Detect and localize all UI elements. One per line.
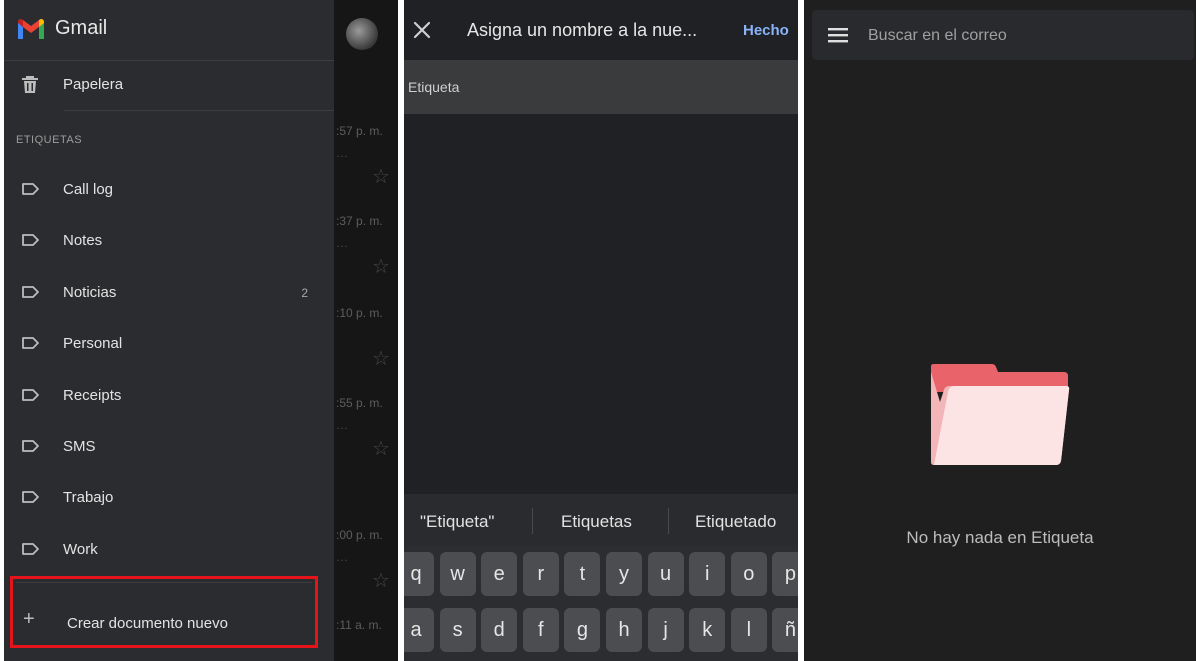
key[interactable]: l <box>730 608 767 652</box>
drawer-item-label: Trabajo <box>63 489 114 507</box>
key[interactable]: i <box>689 552 726 596</box>
drawer-item-label-2[interactable]: Noticias 2 <box>4 268 334 318</box>
suggestion-item[interactable]: "Etiqueta" <box>420 512 494 532</box>
drawer-item-label-5[interactable]: SMS <box>4 422 334 472</box>
labels-section-title: ETIQUETAS <box>16 134 83 146</box>
key[interactable]: o <box>730 552 767 596</box>
dialog-body <box>404 114 798 494</box>
label-icon <box>22 337 39 350</box>
divider <box>532 508 533 534</box>
key[interactable]: f <box>522 608 559 652</box>
background-inbox-list: :57 p. m. … ☆ :37 p. m. … ☆ :10 p. m. ☆ … <box>334 0 398 661</box>
drawer-item-trash[interactable]: Papelera <box>4 60 334 110</box>
dialog-title: Asigna un nombre a la nue... <box>467 20 698 40</box>
drawer-item-label: Personal <box>63 335 123 353</box>
gmail-logo-icon <box>18 18 44 39</box>
drawer-item-label-4[interactable]: Receipts <box>4 371 334 421</box>
drawer-item-label: Noticias <box>63 283 117 301</box>
key[interactable]: w <box>439 552 476 596</box>
dialog-toolbar: Asigna un nombre a la nue... Hecho <box>404 0 798 60</box>
suggestion-item[interactable]: Etiquetas <box>561 512 632 532</box>
list-item: :55 p. m. … ☆ <box>336 396 390 461</box>
list-item: :00 p. m. … ☆ <box>336 528 390 593</box>
list-item: :57 p. m. … ☆ <box>336 124 390 189</box>
close-icon[interactable] <box>412 20 432 40</box>
navigation-drawer: Gmail Papelera ETIQUETAS Call log Notes No… <box>4 0 334 661</box>
drawer-item-label: Papelera <box>63 76 124 93</box>
divider <box>64 110 334 111</box>
menu-icon[interactable] <box>828 26 850 44</box>
account-avatar[interactable] <box>346 18 378 50</box>
label-icon <box>22 491 39 504</box>
key[interactable]: q <box>404 552 434 596</box>
gmail-drawer-panel: :57 p. m. … ☆ :37 p. m. … ☆ :10 p. m. ☆ … <box>4 0 398 661</box>
label-icon <box>22 440 39 452</box>
drawer-item-label-3[interactable]: Personal <box>4 319 334 369</box>
list-item: :37 p. m. … ☆ <box>336 214 390 279</box>
drawer-header: Gmail <box>4 0 334 60</box>
plus-icon: + <box>23 608 35 630</box>
create-new-label: Crear documento nuevo <box>67 615 228 632</box>
empty-state-message: No hay nada en Etiqueta <box>906 528 1094 547</box>
label-name-field[interactable] <box>404 60 798 114</box>
label-icon <box>22 234 39 247</box>
key[interactable]: d <box>481 608 518 652</box>
divider <box>668 508 669 534</box>
key[interactable]: h <box>606 608 642 652</box>
key[interactable]: ñ <box>772 608 798 652</box>
key[interactable]: t <box>564 552 601 596</box>
empty-folder-icon <box>931 364 1070 465</box>
drawer-item-label: Notes <box>63 232 103 250</box>
app-title: Gmail <box>55 17 108 39</box>
drawer-item-label-1[interactable]: Notes <box>4 216 334 266</box>
star-icon[interactable]: ☆ <box>372 568 390 593</box>
list-item: :11 a. m. <box>336 618 382 632</box>
key[interactable]: e <box>481 552 518 596</box>
new-label-dialog-panel: Asigna un nombre a la nue... Hecho "Etiq… <box>404 0 798 661</box>
key[interactable]: a <box>404 608 434 652</box>
drawer-item-label: Receipts <box>63 386 122 404</box>
on-screen-keyboard: "Etiqueta" Etiquetas Etiquetado qwertyui… <box>404 494 798 661</box>
key[interactable]: s <box>439 608 476 652</box>
drawer-item-label-0[interactable]: Call log <box>4 165 334 215</box>
star-icon[interactable]: ☆ <box>372 254 390 279</box>
star-icon[interactable]: ☆ <box>372 346 390 371</box>
label-icon <box>22 542 39 555</box>
unread-count: 2 <box>301 285 308 300</box>
list-item: :10 p. m. ☆ <box>336 306 390 371</box>
label-view-panel: No hay nada en Etiqueta <box>804 0 1196 661</box>
drawer-item-label: SMS <box>63 438 96 455</box>
key[interactable]: p <box>772 552 798 596</box>
label-icon <box>22 183 39 195</box>
key[interactable]: u <box>647 552 684 596</box>
drawer-item-label: Work <box>63 540 98 558</box>
suggestion-item[interactable]: Etiquetado <box>695 512 776 532</box>
search-input[interactable] <box>866 10 1170 62</box>
key[interactable]: y <box>606 552 642 596</box>
label-icon <box>22 285 39 298</box>
suggestion-strip: "Etiqueta" Etiquetas Etiquetado <box>404 494 798 546</box>
star-icon[interactable]: ☆ <box>372 164 390 189</box>
done-button[interactable]: Hecho <box>743 22 789 39</box>
drawer-item-label-7[interactable]: Work <box>4 525 334 575</box>
create-new-button[interactable]: + Crear documento nuevo <box>10 576 318 648</box>
label-icon <box>22 388 39 401</box>
trash-icon <box>22 76 38 93</box>
key[interactable]: r <box>522 552 559 596</box>
key[interactable]: k <box>689 608 726 652</box>
key[interactable]: g <box>564 608 601 652</box>
search-bar <box>812 10 1194 62</box>
drawer-item-label: Call log <box>63 181 114 198</box>
drawer-item-label-6[interactable]: Trabajo <box>4 473 334 523</box>
star-icon[interactable]: ☆ <box>372 436 390 461</box>
key[interactable]: j <box>647 608 684 652</box>
